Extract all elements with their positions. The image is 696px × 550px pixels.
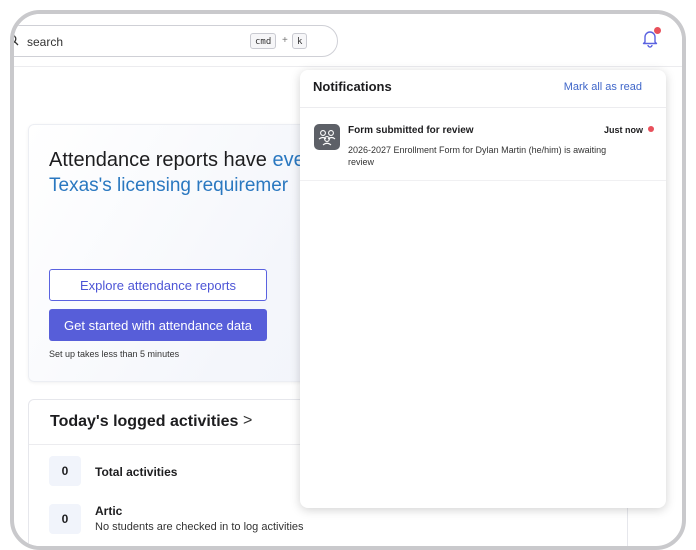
shortcut-key-k: k bbox=[292, 33, 308, 49]
search-bar[interactable]: cmd + k bbox=[14, 25, 338, 57]
notification-title: Form submitted for review bbox=[348, 125, 474, 136]
unread-indicator bbox=[654, 27, 661, 34]
shortcut-key-cmd: cmd bbox=[250, 33, 277, 49]
notification-item[interactable]: Form submitted for review Just now 2026-… bbox=[300, 114, 666, 181]
activity-count: 0 bbox=[49, 504, 81, 534]
activities-title[interactable]: Today's logged activities bbox=[50, 413, 238, 431]
unread-dot bbox=[648, 126, 654, 132]
top-bar: cmd + k bbox=[14, 14, 682, 67]
activity-label: Artic bbox=[95, 504, 123, 518]
get-started-attendance-button[interactable]: Get started with attendance data bbox=[49, 309, 267, 341]
notification-body: 2026-2027 Enrollment Form for Dylan Mart… bbox=[348, 145, 607, 167]
activity-description: No students are checked in to log activi… bbox=[95, 521, 304, 533]
notification-time: Just now bbox=[603, 125, 643, 135]
divider bbox=[300, 107, 666, 108]
chevron-right-icon[interactable]: > bbox=[243, 412, 252, 430]
shortcut-plus: + bbox=[282, 35, 288, 46]
activity-label: Total activities bbox=[95, 465, 178, 479]
group-icon bbox=[314, 124, 340, 150]
explore-attendance-reports-button[interactable]: Explore attendance reports bbox=[49, 269, 267, 301]
setup-note: Set up takes less than 5 minutes bbox=[49, 349, 180, 359]
app-root: cmd + k Attendance reports have eve Texa… bbox=[14, 14, 682, 546]
device-frame: cmd + k Attendance reports have eve Texa… bbox=[10, 10, 686, 550]
mark-all-read-link[interactable]: Mark all as read bbox=[564, 81, 642, 93]
notifications-panel: Notifications Mark all as read Form subm… bbox=[300, 70, 666, 508]
search-icon bbox=[14, 35, 19, 46]
notifications-title: Notifications bbox=[313, 79, 392, 94]
activity-count: 0 bbox=[49, 456, 81, 486]
attendance-title-text: Attendance reports have bbox=[49, 149, 273, 171]
search-input[interactable] bbox=[25, 31, 229, 53]
